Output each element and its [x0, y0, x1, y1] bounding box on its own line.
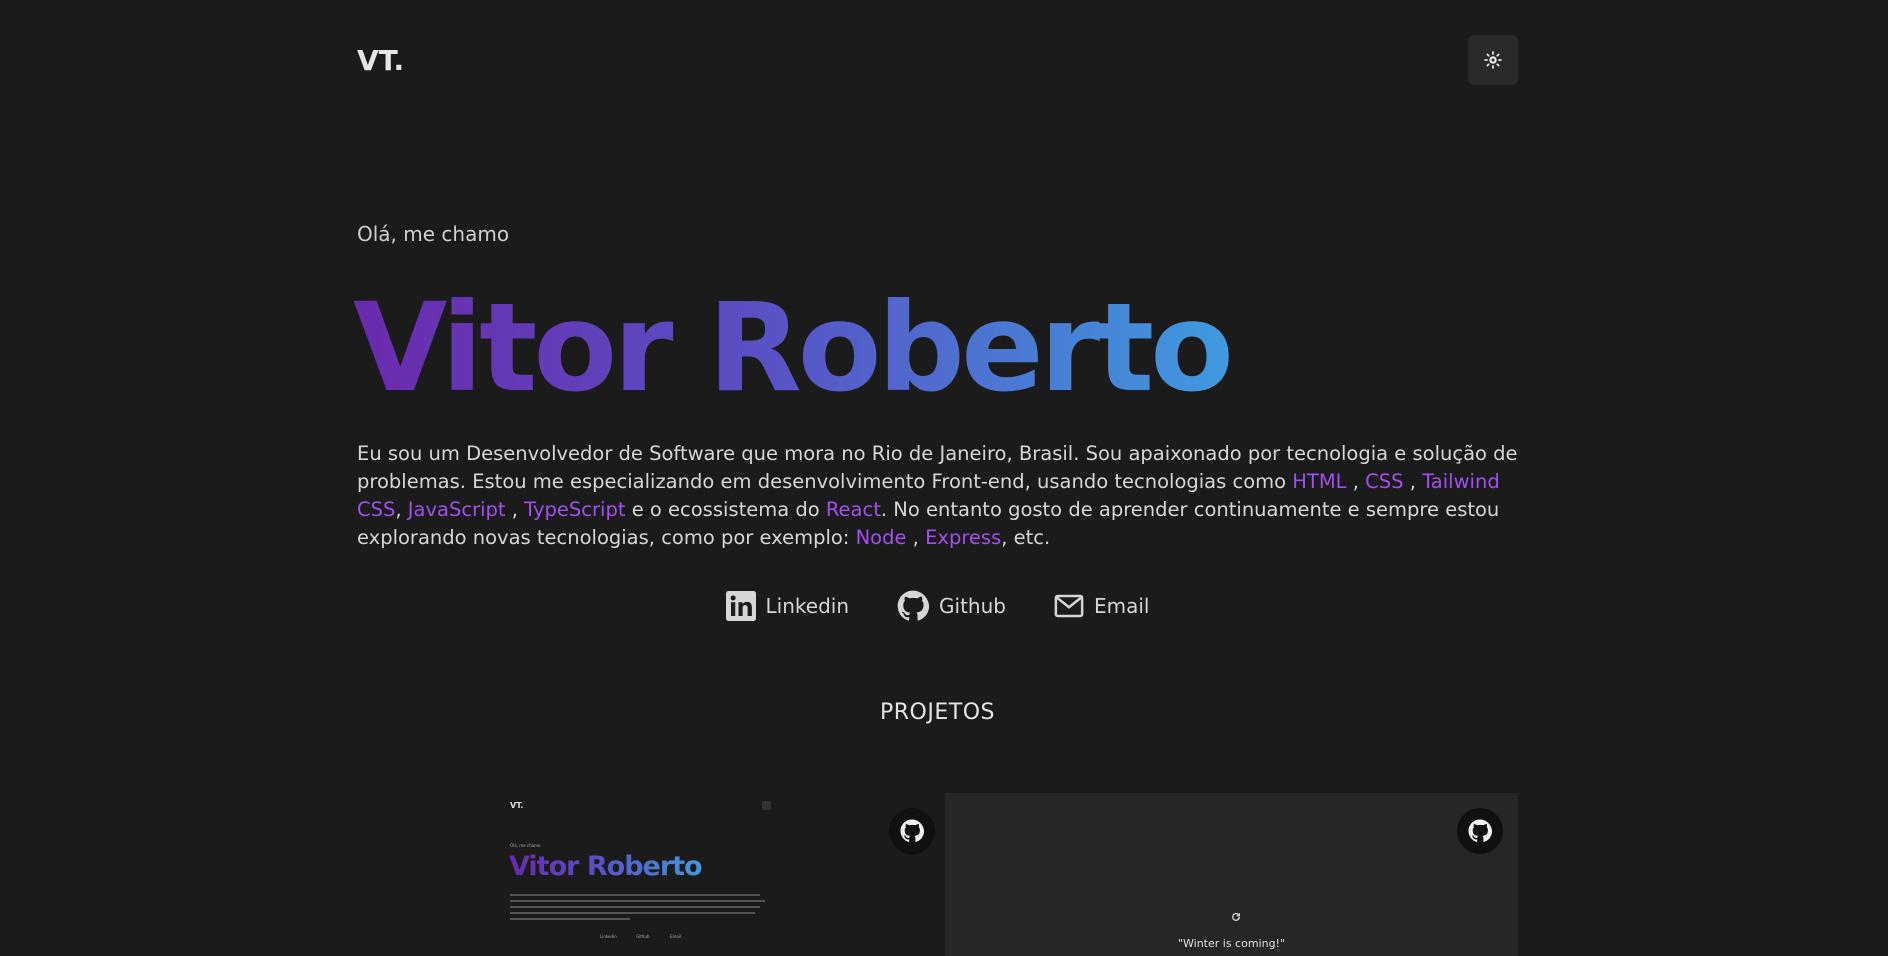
projects-title: PROJETOS [880, 700, 995, 725]
github-icon [1468, 819, 1492, 842]
github-icon [897, 590, 930, 621]
email-label: Email [1093, 594, 1150, 618]
linkedin-link[interactable]: Linkedin [725, 590, 850, 622]
tech-react: React [825, 498, 881, 521]
preview-name: Vitor Roberto [509, 851, 703, 882]
linkedin-icon [725, 591, 756, 621]
social-links: Linkedin Github Email [357, 590, 1518, 622]
project-card[interactable]: "Winter is coming!" [945, 793, 1518, 956]
tech-typescript: TypeScript [524, 498, 626, 521]
bio-separator: , [395, 498, 408, 521]
preview-social: Email [670, 934, 682, 939]
tech-express: Express [925, 526, 1002, 549]
tech-html: HTML [1292, 470, 1347, 493]
github-icon [900, 819, 924, 842]
page-container: VT. Olá, me chamo Vitor Roberto Eu sou u… [353, 0, 1518, 956]
site-logo[interactable]: VT. [357, 44, 404, 77]
tech-css: CSS [1365, 470, 1404, 493]
tech-javascript: JavaScript [407, 498, 506, 521]
preview-theme-button [762, 801, 771, 810]
preview-text-line [510, 894, 760, 896]
github-link[interactable]: Github [897, 590, 1006, 622]
tech-node: Node [855, 526, 907, 549]
preview-text-line [510, 912, 755, 914]
preview-social: Linkedin [600, 934, 617, 939]
preview-text-line [510, 906, 760, 908]
linkedin-label: Linkedin [765, 594, 850, 618]
email-link[interactable]: Email [1054, 590, 1150, 622]
preview-logo: VT. [510, 801, 524, 810]
bio-text: e o ecossistema do [625, 498, 826, 521]
bio-separator: , [1346, 470, 1366, 493]
preview-text-line [510, 900, 765, 902]
project-card[interactable]: VT. Olá, me chamo Vitor Roberto Linkedin… [500, 793, 935, 956]
bio-text: , etc. [1001, 526, 1051, 549]
theme-toggle-button[interactable] [1468, 35, 1518, 85]
bio-separator: , [505, 498, 525, 521]
preview-greeting: Olá, me chamo [510, 843, 541, 848]
preview-text-line [510, 918, 630, 920]
hero-greeting: Olá, me chamo [357, 222, 510, 246]
project-github-button[interactable] [889, 808, 935, 854]
project-github-button[interactable] [1457, 808, 1503, 854]
hero-bio: Eu sou um Desenvolvedor de Software que … [357, 440, 1518, 552]
mail-icon [1054, 594, 1084, 618]
bio-separator: , [906, 526, 926, 549]
project-preview-image: VT. Olá, me chamo Vitor Roberto Linkedin… [500, 793, 780, 956]
projects-grid: VT. Olá, me chamo Vitor Roberto Linkedin… [357, 793, 1518, 956]
project-quote: "Winter is coming!" [1177, 937, 1286, 950]
sun-icon [1484, 51, 1502, 69]
preview-social: Github [636, 934, 650, 939]
bio-separator: , [1403, 470, 1423, 493]
hero-name: Vitor Roberto [353, 277, 1234, 419]
header: VT. [357, 0, 1518, 120]
refresh-icon [1232, 913, 1240, 921]
github-label: Github [939, 594, 1006, 618]
